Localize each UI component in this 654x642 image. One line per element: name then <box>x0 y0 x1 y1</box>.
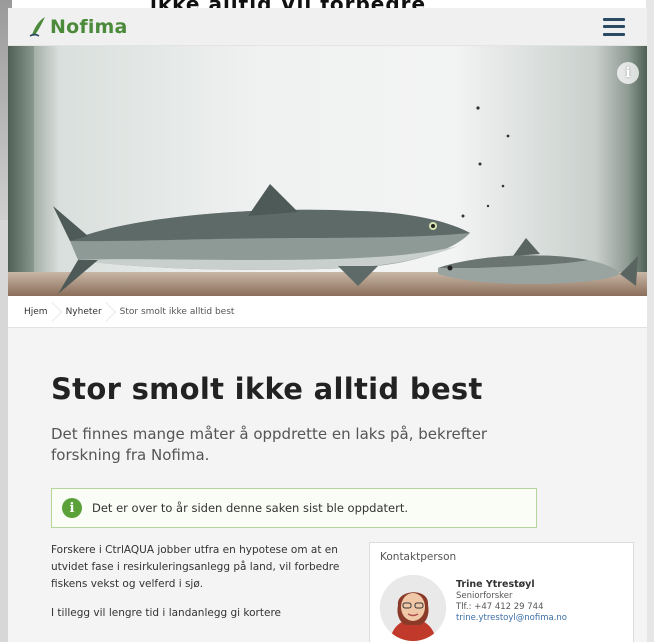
breadcrumb-item-home[interactable]: Hjem <box>24 296 66 328</box>
contact-role: Seniorforsker <box>456 591 513 601</box>
article-body: Forskere i CtrlAQUA jobber utfra en hypo… <box>51 542 351 642</box>
logo-text: Nofima <box>50 15 128 38</box>
hamburger-menu-icon[interactable] <box>603 17 625 36</box>
hero-image: i <box>8 46 647 296</box>
article-paragraph: Forskere i CtrlAQUA jobber utfra en hypo… <box>51 544 340 590</box>
info-icon: i <box>62 498 82 518</box>
background-window-edge-right <box>646 0 654 642</box>
image-info-icon[interactable]: i <box>617 62 639 84</box>
article-content: Stor smolt ikke alltid best Det finnes m… <box>8 328 647 642</box>
outdated-notice: i Det er over to år siden denne saken si… <box>51 488 537 528</box>
person-photo-icon <box>380 575 446 641</box>
contact-name: Trine Ytrestøyl <box>456 579 535 590</box>
breadcrumb-item-news[interactable]: Nyheter <box>66 296 120 328</box>
contact-phone[interactable]: Tlf.: +47 412 29 744 <box>456 602 567 613</box>
article-body-row: Forskere i CtrlAQUA jobber utfra en hypo… <box>51 542 647 642</box>
contact-card: Kontaktperson Trine Ytrestøyl Seniorfors… <box>369 542 634 642</box>
avatar <box>380 575 446 641</box>
contact-email[interactable]: trine.ytrestoyl@nofima.no <box>456 613 567 624</box>
breadcrumb: Hjem Nyheter Stor smolt ikke alltid best <box>8 296 647 328</box>
nofima-logo[interactable]: Nofima <box>28 15 128 39</box>
article-paragraph: I tillegg vil lengre tid i landanlegg gi… <box>51 607 281 619</box>
page-title: Stor smolt ikke alltid best <box>51 372 483 406</box>
breadcrumb-item-current: Stor smolt ikke alltid best <box>119 306 235 317</box>
article-lead: Det finnes mange måter å oppdrette en la… <box>51 425 488 464</box>
contact-info: Trine Ytrestøyl Seniorforsker Tlf.: +47 … <box>456 575 567 641</box>
site-header: Nofima <box>8 8 647 46</box>
salmon-illustration <box>53 106 638 294</box>
browser-page: Nofima i Hjem Nyheter Stor smolt ikke al… <box>8 8 647 642</box>
contact-row: Trine Ytrestøyl Seniorforsker Tlf.: +47 … <box>380 575 623 641</box>
nofima-leaf-icon <box>29 16 45 37</box>
notice-text: Det er over to år siden denne saken sist… <box>92 501 409 515</box>
contact-heading: Kontaktperson <box>380 551 457 563</box>
